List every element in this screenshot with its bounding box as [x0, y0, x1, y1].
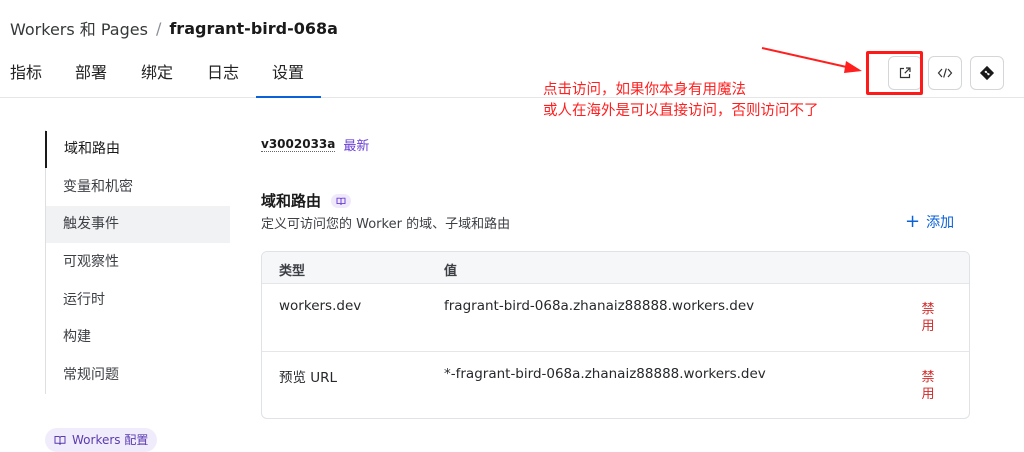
- tab-bar: 指标 部署 绑定 日志 设置: [0, 58, 1024, 98]
- section-description: 定义可访问您的 Worker 的域、子域和路由: [261, 217, 511, 232]
- column-header-type: 类型: [279, 264, 306, 279]
- sidenav-item-general[interactable]: 常规问题: [46, 357, 230, 394]
- annotation-note: 点击访问，如果你本身有用魔法 或人在海外是可以直接访问，否则访问不了: [543, 80, 819, 122]
- add-domain-button[interactable]: + 添加: [905, 212, 954, 232]
- code-icon: [937, 68, 953, 78]
- sidenav-item-domains-routes[interactable]: 域和路由: [45, 131, 229, 168]
- external-link-icon: [899, 67, 911, 79]
- book-icon: [54, 436, 66, 445]
- tab-deployments[interactable]: 部署: [75, 58, 107, 98]
- row-value[interactable]: *-fragrant-bird-068a.zhanaiz88888.worker…: [444, 366, 766, 382]
- workers-config-label: Workers 配置: [72, 433, 149, 447]
- breadcrumb: Workers 和 Pages / fragrant-bird-068a: [10, 16, 338, 40]
- row-type: workers.dev: [279, 298, 362, 314]
- annotation-line-1: 点击访问，如果你本身有用魔法: [543, 82, 746, 98]
- git-button[interactable]: [970, 56, 1004, 90]
- table-header: 类型 值: [262, 252, 969, 284]
- docs-badge[interactable]: [331, 193, 352, 208]
- section-header: 域和路由: [261, 190, 352, 211]
- row-type: 预览 URL: [279, 370, 338, 386]
- domains-table: 类型 值 workers.dev fragrant-bird-068a.zhan…: [261, 251, 970, 419]
- sidenav-item-triggers[interactable]: 触发事件: [46, 206, 230, 243]
- add-label: 添加: [926, 215, 955, 231]
- book-icon: [336, 197, 346, 205]
- disable-button[interactable]: 禁用: [920, 369, 936, 403]
- plus-icon: +: [905, 211, 921, 232]
- tab-bindings[interactable]: 绑定: [141, 58, 173, 98]
- page-title: fragrant-bird-068a: [169, 18, 338, 38]
- annotation-line-2: 或人在海外是可以直接访问，否则访问不了: [543, 103, 819, 119]
- sidenav-item-observability[interactable]: 可观察性: [46, 244, 230, 281]
- section-title: 域和路由: [261, 192, 322, 210]
- version-id[interactable]: v3002033a: [261, 137, 336, 152]
- visit-button[interactable]: [888, 56, 922, 90]
- breadcrumb-workers-pages[interactable]: Workers 和 Pages: [10, 16, 148, 40]
- version-info: v3002033a 最新: [261, 135, 369, 154]
- git-icon: [979, 65, 995, 81]
- table-row: workers.dev fragrant-bird-068a.zhanaiz88…: [262, 284, 969, 351]
- workers-config-pill[interactable]: Workers 配置: [45, 428, 158, 452]
- sidenav-item-build[interactable]: 构建: [46, 319, 230, 356]
- version-latest-badge: 最新: [343, 139, 370, 154]
- breadcrumb-separator: /: [155, 18, 162, 38]
- sidenav-item-runtime[interactable]: 运行时: [46, 282, 230, 319]
- settings-sidenav: 域和路由 变量和机密 触发事件 可观察性 运行时 构建 常规问题: [45, 130, 230, 394]
- page: Workers 和 Pages / fragrant-bird-068a 指标 …: [0, 0, 1024, 452]
- tab-settings[interactable]: 设置: [256, 58, 321, 98]
- disable-button[interactable]: 禁用: [920, 301, 936, 335]
- sidenav-item-variables-secrets[interactable]: 变量和机密: [46, 169, 230, 206]
- column-header-value: 值: [444, 264, 458, 279]
- tab-logs[interactable]: 日志: [207, 58, 239, 98]
- row-value[interactable]: fragrant-bird-068a.zhanaiz88888.workers.…: [444, 298, 754, 314]
- edit-code-button[interactable]: [928, 56, 962, 90]
- table-row: 预览 URL *-fragrant-bird-068a.zhanaiz88888…: [262, 351, 969, 418]
- tab-metrics[interactable]: 指标: [10, 58, 42, 98]
